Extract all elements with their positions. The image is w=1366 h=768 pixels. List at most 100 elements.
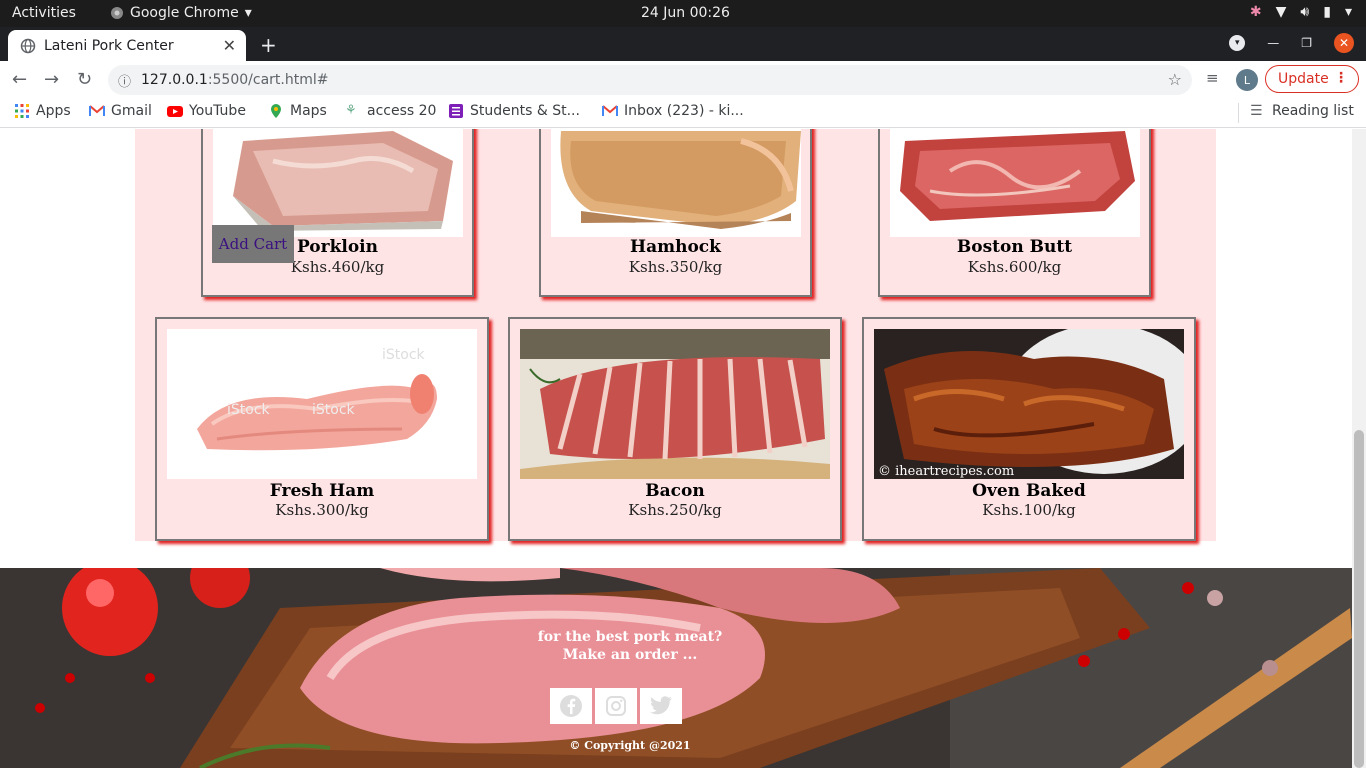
update-button[interactable]: Update ⋮ (1265, 65, 1359, 93)
facebook-icon (560, 695, 582, 717)
instagram-icon (606, 696, 626, 716)
gmail-icon (89, 105, 105, 116)
minimize-icon[interactable]: — (1267, 36, 1279, 50)
system-top-bar: Activities Google Chrome ▾ 24 Jun 00:26 … (0, 0, 1366, 27)
bookmark-label: YouTube (189, 103, 246, 119)
twitter-icon (650, 696, 672, 715)
chrome-icon (111, 7, 123, 19)
activities-button[interactable]: Activities (12, 5, 76, 21)
address-bar[interactable]: ⓘ 127.0.0.1:5500/cart.html# ☆ (108, 65, 1192, 95)
navigation-bar: ← → ↻ ⓘ 127.0.0.1:5500/cart.html# ☆ ≡ L … (0, 61, 1366, 97)
product-card: Boston Butt Kshs.600/kg (878, 129, 1151, 297)
add-cart-button[interactable]: Add Cart (212, 225, 294, 263)
avatar[interactable]: L (1236, 69, 1258, 91)
footer: for the best pork meat? Make an order ..… (0, 568, 1352, 768)
reload-icon[interactable]: ↻ (77, 69, 92, 90)
bookmark-access[interactable]: ⚘ access 20 (345, 103, 436, 119)
product-price: Kshs.300/kg (275, 501, 369, 519)
bookmark-label: Gmail (111, 103, 152, 119)
footer-tagline: for the best pork meat? Make an order ..… (530, 628, 730, 664)
apps-grid-icon (15, 104, 29, 118)
bookmark-gmail[interactable]: Gmail (89, 103, 152, 119)
reading-list-icon: ☰ (1250, 103, 1263, 119)
divider (1238, 103, 1239, 123)
tab-title: Lateni Pork Center (44, 37, 174, 54)
bookmark-label: Inbox (223) - ki... (624, 103, 744, 119)
media-control-icon[interactable]: ≡ (1206, 69, 1219, 87)
browser-tab[interactable]: Lateni Pork Center ✕ (8, 30, 246, 61)
product-image (213, 129, 463, 237)
product-price: Kshs.600/kg (967, 258, 1062, 276)
bookmark-apps[interactable]: Apps (14, 103, 71, 119)
system-tray[interactable]: ✱ ▼ 🔊︎ ▮ ▾ (1250, 4, 1352, 20)
back-arrow-icon[interactable]: ← (12, 69, 27, 90)
product-price: Kshs.100/kg (982, 501, 1076, 519)
tab-strip: Lateni Pork Center ✕ + ▾ — ❐ ✕ (0, 27, 1366, 61)
product-card: Porkloin Kshs.460/kg (201, 129, 474, 297)
footer-background-image (0, 568, 1352, 768)
update-label: Update (1278, 71, 1329, 87)
window-controls: ▾ — ❐ ✕ (1229, 33, 1354, 53)
close-window-icon[interactable]: ✕ (1334, 33, 1354, 53)
maps-icon (271, 104, 281, 118)
youtube-icon (167, 106, 183, 117)
bookmark-label: Students & St... (470, 103, 580, 119)
product-image: © iheartrecipes.com (874, 329, 1184, 479)
product-image (890, 129, 1140, 237)
product-card: iStock iStock iStock Fresh Ham Kshs.300/… (155, 317, 489, 541)
scrollbar-thumb[interactable] (1354, 430, 1364, 768)
copyright-text: © Copyright @2021 (569, 739, 691, 752)
bookmark-students[interactable]: Students & St... (448, 103, 580, 119)
product-card: Bacon Kshs.250/kg (508, 317, 842, 541)
clock[interactable]: 24 Jun 00:26 (641, 5, 730, 21)
tab-search-icon[interactable]: ▾ (1229, 35, 1246, 51)
page-viewport: Porkloin Kshs.460/kg Hamhock Kshs.350/kg… (0, 129, 1352, 768)
bookmarks-bar: Apps Gmail YouTube Maps ⚘ access 20 Stud… (0, 97, 1366, 128)
product-card: © iheartrecipes.com Oven Baked Kshs.100/… (862, 317, 1196, 541)
info-icon[interactable]: ⓘ (118, 71, 131, 90)
tree-icon: ⚘ (345, 103, 357, 118)
forms-icon (449, 104, 463, 118)
instagram-button[interactable] (595, 688, 637, 724)
close-icon[interactable]: ✕ (223, 36, 236, 55)
app-menu[interactable]: Google Chrome ▾ (110, 5, 252, 21)
bookmark-inbox[interactable]: Inbox (223) - ki... (602, 103, 744, 119)
svg-text:iStock: iStock (382, 347, 426, 363)
wifi-icon: ▼ (1275, 4, 1287, 20)
bookmark-label: Apps (36, 103, 71, 119)
battery-icon: ▮ (1323, 4, 1331, 20)
forward-arrow-icon[interactable]: → (44, 69, 59, 90)
bookmark-star-icon[interactable]: ☆ (1168, 70, 1182, 89)
facebook-button[interactable] (550, 688, 592, 724)
product-image (520, 329, 830, 479)
twitter-button[interactable] (640, 688, 682, 724)
image-watermark: © iheartrecipes.com (878, 464, 1014, 479)
globe-icon (20, 38, 36, 53)
svg-text:iStock: iStock (227, 402, 271, 418)
product-name: Boston Butt (956, 237, 1073, 257)
reading-list-label: Reading list (1272, 103, 1354, 119)
app-name: Google Chrome (130, 5, 239, 21)
product-price: Kshs.250/kg (628, 501, 722, 519)
product-name: Oven Baked (972, 481, 1086, 501)
restore-icon[interactable]: ❐ (1301, 36, 1312, 50)
volume-icon: 🔊︎ (1300, 4, 1310, 20)
bookmark-label: access 20 (367, 103, 437, 119)
bookmark-youtube[interactable]: YouTube (167, 103, 246, 119)
product-price: Kshs.350/kg (628, 258, 723, 276)
svg-text:iStock: iStock (312, 402, 356, 418)
product-image: iStock iStock iStock (167, 329, 477, 479)
new-tab-button[interactable]: + (260, 33, 277, 57)
footer-line-2: Make an order ... (562, 647, 698, 663)
bookmark-maps[interactable]: Maps (268, 103, 327, 119)
gmail-icon (602, 105, 618, 116)
product-name: Hamhock (630, 237, 721, 257)
product-image (551, 129, 801, 237)
slack-icon: ✱ (1249, 4, 1262, 20)
reading-list-button[interactable]: ☰ Reading list (1250, 103, 1354, 119)
more-menu-icon: ⋮ (1334, 70, 1348, 86)
product-card: Hamhock Kshs.350/kg (539, 129, 812, 297)
chevron-down-icon: ▾ (1344, 4, 1352, 20)
product-name: Bacon (645, 481, 705, 501)
product-name: Fresh Ham (269, 481, 375, 501)
